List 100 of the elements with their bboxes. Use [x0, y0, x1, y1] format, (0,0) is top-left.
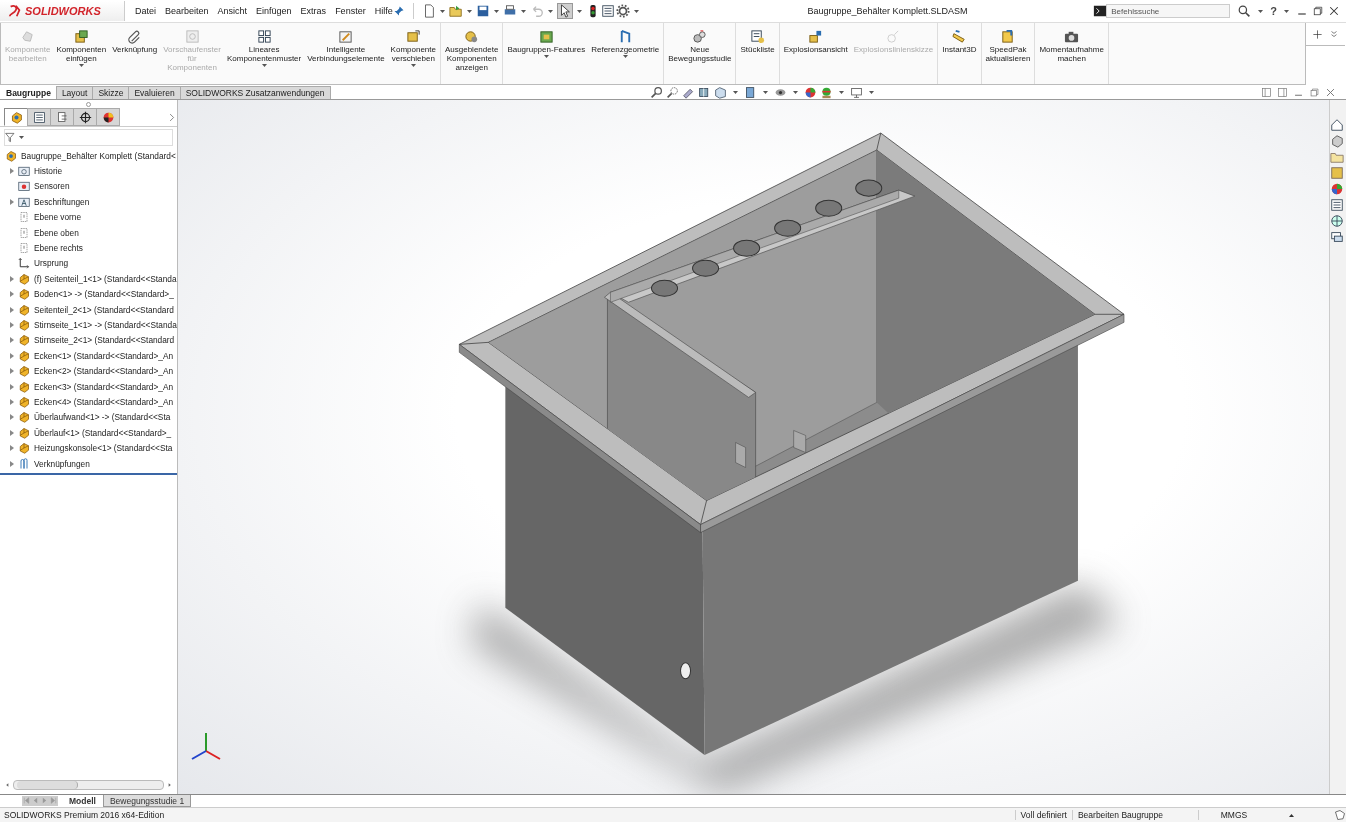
caret-icon[interactable]: [261, 64, 267, 67]
tree-item[interactable]: Ecken<1> (Standard<<Standard>_An: [34, 350, 174, 361]
menu-item[interactable]: Datei: [135, 4, 156, 18]
caret-icon[interactable]: [520, 9, 526, 13]
caret-icon[interactable]: [78, 64, 84, 67]
expand-arrow-icon[interactable]: [10, 168, 14, 175]
caret-icon[interactable]: [792, 90, 798, 94]
expand-arrow-icon[interactable]: [10, 198, 14, 205]
tab[interactable]: SOLIDWORKS Zusatzanwendungen: [179, 86, 331, 99]
display-style-icon[interactable]: [743, 85, 757, 99]
tree-item[interactable]: Beschriftungen: [34, 196, 90, 207]
ribbon-button[interactable]: Explosionsansicht: [780, 23, 851, 84]
scroll-right-icon[interactable]: [166, 781, 173, 789]
menu-item[interactable]: Hilfe: [374, 4, 393, 18]
tree-item[interactable]: Ecken<4> (Standard<<Standard>_An: [34, 396, 174, 407]
caret-icon[interactable]: [439, 9, 445, 13]
tree-item[interactable]: Baugruppe_Behälter Komplett (Standard<: [21, 150, 176, 161]
save-icon[interactable]: [475, 4, 490, 18]
tile-left-icon[interactable]: [1261, 86, 1272, 98]
expand-arrow-icon[interactable]: [10, 322, 14, 328]
ribbon-button[interactable]: SpeedPak aktualisieren: [982, 23, 1034, 84]
ribbon-button[interactable]: Momentaufnahme machen: [1036, 23, 1107, 84]
caret-icon[interactable]: [576, 9, 582, 13]
tree-item[interactable]: Sensoren: [34, 181, 70, 192]
filter-icon[interactable]: [5, 132, 16, 143]
expand-arrow-icon[interactable]: [10, 291, 14, 298]
appearance-ball-icon[interactable]: [1330, 182, 1345, 196]
panel-tab[interactable]: [73, 108, 97, 126]
pin-icon[interactable]: [392, 5, 405, 17]
tree-item[interactable]: Ecken<3> (Standard<<Standard>_An: [34, 381, 174, 392]
gear-icon[interactable]: [615, 4, 630, 18]
close-icon[interactable]: [1325, 86, 1336, 98]
zoom-area-icon[interactable]: [665, 85, 679, 99]
caret-icon[interactable]: [838, 90, 844, 94]
ribbon-button[interactable]: Komponenten einfügen: [53, 23, 110, 84]
expand-arrow-icon[interactable]: [10, 368, 14, 375]
ribbon-button[interactable]: Referenzgeometrie: [588, 23, 663, 84]
tree-item[interactable]: Historie: [34, 166, 63, 177]
menu-item[interactable]: Extras: [300, 4, 327, 18]
expand-arrow-icon[interactable]: [10, 337, 14, 344]
tree-item[interactable]: Überlaufwand<1> -> (Standard<<Sta: [34, 412, 171, 423]
caret-icon[interactable]: [547, 9, 553, 13]
view-palette-icon[interactable]: [1330, 166, 1345, 180]
tree-item[interactable]: (f) Seitenteil_1<1> (Standard<<Standa: [34, 273, 177, 284]
home-icon[interactable]: [1330, 118, 1345, 132]
forum-icon[interactable]: [1330, 230, 1345, 244]
panel-tab[interactable]: [96, 108, 120, 126]
expand-arrow-icon[interactable]: [10, 414, 14, 421]
close-icon[interactable]: [1328, 5, 1340, 17]
expand-arrow-icon[interactable]: [10, 398, 14, 405]
caret-icon[interactable]: [633, 9, 639, 13]
menu-item[interactable]: Einfügen: [256, 4, 292, 18]
ribbon-button[interactable]: Neue Bewegungsstudie: [665, 23, 735, 84]
ribbon-button[interactable]: Komponente verschieben: [387, 23, 439, 84]
caret-icon[interactable]: [466, 9, 472, 13]
tree-item[interactable]: Ursprung: [34, 258, 69, 269]
pin-cross-icon[interactable]: [1312, 29, 1323, 40]
ribbon-button[interactable]: Ausgeblendete Komponenten anzeigen: [442, 23, 502, 84]
tab[interactable]: Evaluieren: [128, 86, 181, 99]
menu-item[interactable]: Bearbeiten: [165, 4, 209, 18]
ribbon-button[interactable]: Instant3D: [939, 23, 980, 84]
folder-icon[interactable]: [1330, 150, 1345, 164]
caret-icon[interactable]: [19, 136, 24, 139]
restore-icon[interactable]: [1309, 86, 1320, 98]
expand-arrow-icon[interactable]: [10, 429, 14, 436]
monitor-icon[interactable]: [849, 85, 863, 99]
tree-item[interactable]: Heizungskonsole<1> (Standard<<Sta: [34, 443, 173, 454]
ribbon-button[interactable]: Lineares Komponentenmuster: [223, 23, 305, 84]
units-selector[interactable]: MMGS: [1198, 810, 1269, 820]
caret-icon[interactable]: [732, 90, 738, 94]
tree-item[interactable]: Ebene vorne: [34, 212, 82, 223]
search-icon[interactable]: [1238, 4, 1252, 18]
caret-icon[interactable]: [868, 90, 874, 94]
tree-item[interactable]: Verknüpfungen: [34, 458, 90, 469]
tab[interactable]: Skizze: [92, 86, 130, 99]
chevron-down-icon[interactable]: [1329, 29, 1339, 39]
expand-arrow-icon[interactable]: [10, 460, 14, 467]
restore-icon[interactable]: [1312, 5, 1324, 17]
expand-arrow-icon[interactable]: [10, 275, 14, 282]
properties-list-icon[interactable]: [1330, 198, 1345, 212]
horizontal-scrollbar[interactable]: [13, 780, 164, 790]
caret-icon[interactable]: [622, 55, 628, 58]
caret-icon[interactable]: [1258, 9, 1264, 13]
tree-item[interactable]: Boden<1> -> (Standard<<Standard>_: [34, 289, 174, 300]
section-view-icon[interactable]: [697, 85, 711, 99]
tree-item[interactable]: Ebene rechts: [34, 243, 83, 254]
caret-icon[interactable]: [543, 55, 549, 58]
tab[interactable]: Bewegungsstudie 1: [102, 795, 192, 807]
tile-right-icon[interactable]: [1277, 86, 1288, 98]
expand-arrow-icon[interactable]: [10, 352, 14, 359]
caret-up-icon[interactable]: [1289, 813, 1294, 817]
panel-tab[interactable]: [50, 108, 74, 126]
caret-icon[interactable]: [493, 9, 499, 13]
tree-item[interactable]: Überlauf<1> (Standard<<Standard>_: [34, 427, 172, 438]
ribbon-button[interactable]: Stückliste: [737, 23, 778, 84]
tree-item[interactable]: Ebene oben: [34, 227, 79, 238]
tree-item[interactable]: Seitenteil_2<1> (Standard<<Standard: [34, 304, 174, 315]
list-icon[interactable]: [600, 4, 615, 18]
help-button[interactable]: ?: [1270, 5, 1277, 17]
caret-icon[interactable]: [410, 64, 416, 67]
